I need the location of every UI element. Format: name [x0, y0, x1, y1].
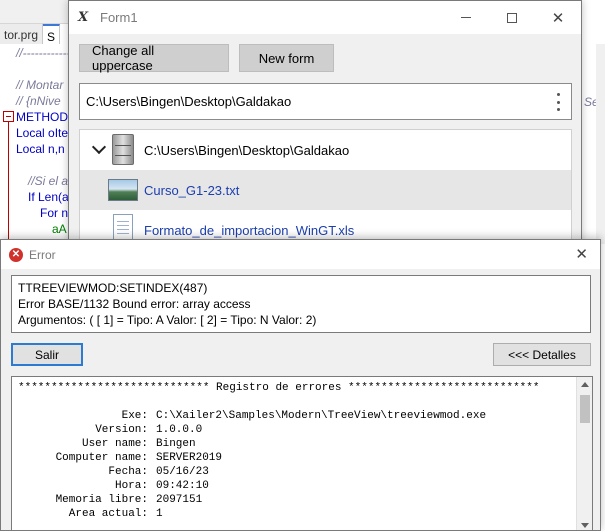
error-titlebar[interactable]: ✕ Error ✕: [1, 240, 600, 269]
editor-tab-active[interactable]: S: [43, 24, 61, 44]
editor-scrollbar[interactable]: [596, 44, 605, 244]
close-button[interactable]: ✕: [535, 1, 581, 34]
scroll-thumb[interactable]: [580, 395, 590, 423]
error-log[interactable]: ***************************** Registro d…: [11, 376, 593, 530]
code-line: METHOD: [16, 110, 68, 124]
log-key: Memoria libre:: [55, 494, 148, 506]
maximize-icon: [507, 12, 517, 23]
error-dialog: ✕ Error ✕ TTREEVIEWMOD:SETINDEX(487) Err…: [0, 239, 601, 531]
salir-button[interactable]: Salir: [11, 343, 83, 366]
log-value: Bingen: [156, 438, 196, 450]
log-value: 05/16/23: [156, 466, 209, 478]
minimize-button[interactable]: [443, 1, 489, 34]
tree-item-label: Formato_de_importacion_WinGT.xls: [144, 222, 355, 238]
log-row: Area actual: 1: [18, 507, 486, 521]
tree-item-file[interactable]: Curso_G1-23.txt: [80, 170, 571, 210]
new-form-button[interactable]: New form: [239, 44, 334, 72]
log-row: Memoria libre: 2097151: [18, 493, 486, 507]
log-row: Computer name: SERVER2019: [18, 451, 486, 465]
log-row: Fecha: 05/16/23: [18, 465, 486, 479]
log-row: Version: 1.0.0.0: [18, 423, 486, 437]
code-line: // Montar: [16, 78, 64, 92]
editor-toolbar-strip: [0, 0, 70, 24]
log-row: User name: Bingen: [18, 437, 486, 451]
code-line: For n: [40, 206, 69, 220]
scroll-down-icon[interactable]: [581, 523, 589, 528]
log-key: Computer name:: [55, 452, 148, 464]
server-icon: [112, 134, 134, 165]
code-line: Local n,n: [16, 142, 65, 156]
detalles-button[interactable]: <<< Detalles: [493, 343, 591, 366]
close-icon: ✕: [551, 9, 565, 27]
close-icon[interactable]: ✕: [575, 245, 588, 263]
code-line: aA: [52, 222, 67, 236]
window-title: Form1: [100, 10, 138, 25]
log-rows: Exe: C:\Xailer2\Samples\Modern\TreeView\t…: [18, 409, 486, 521]
log-key: Exe:: [121, 410, 148, 422]
log-header: ***************************** Registro d…: [18, 382, 540, 394]
minimize-icon: [461, 17, 471, 18]
error-message-line: Argumentos: ( [ 1] = Tipo: A Valor: [ 2]…: [18, 313, 317, 327]
file-tree: C:\Users\Bingen\Desktop\Galdakao Curso_G…: [79, 129, 572, 243]
scroll-up-icon[interactable]: [581, 382, 589, 387]
maximize-button[interactable]: [489, 1, 535, 34]
form1-toolbar: Change all uppercase New form: [79, 43, 334, 73]
error-message-box: TTREEVIEWMOD:SETINDEX(487) Error BASE/11…: [11, 275, 591, 333]
image-file-icon: [108, 179, 138, 201]
tree-item-label: Curso_G1-23.txt: [144, 182, 240, 198]
code-line: // {nNive: [16, 94, 61, 108]
error-icon: ✕: [9, 247, 23, 262]
tree-item-label: C:\Users\Bingen\Desktop\Galdakao: [144, 142, 350, 158]
app-icon: X: [78, 9, 89, 25]
path-input-value: C:\Users\Bingen\Desktop\Galdakao: [86, 94, 292, 109]
log-key: Fecha:: [108, 466, 148, 478]
code-line: //Si el a: [28, 174, 69, 188]
form1-titlebar[interactable]: X Form1 ✕: [69, 1, 581, 34]
more-options-icon[interactable]: [557, 93, 561, 111]
editor-tab-file[interactable]: tor.prg: [0, 24, 44, 44]
fold-toggle-icon[interactable]: [3, 111, 14, 122]
error-message-line: Error BASE/1132 Bound error: array acces…: [18, 297, 251, 311]
log-value: 09:42:10: [156, 480, 209, 492]
log-key: Hora:: [114, 480, 148, 492]
form1-window: X Form1 ✕ Change all uppercase New form …: [68, 0, 582, 244]
document-icon: [113, 214, 133, 242]
path-input[interactable]: C:\Users\Bingen\Desktop\Galdakao: [79, 83, 572, 120]
log-key: User name:: [81, 438, 148, 450]
log-value: 1.0.0.0: [156, 424, 203, 436]
code-line: Local oIte: [16, 126, 69, 140]
window-controls: ✕: [443, 1, 581, 34]
log-scrollbar[interactable]: [576, 377, 592, 530]
error-message-line: TTREEVIEWMOD:SETINDEX(487): [18, 281, 208, 295]
log-row: Hora: 09:42:10: [18, 479, 486, 493]
chevron-down-icon[interactable]: [91, 139, 107, 155]
tree-item-root[interactable]: C:\Users\Bingen\Desktop\Galdakao: [80, 130, 571, 170]
log-key: Version:: [95, 424, 148, 436]
log-value: 1: [156, 508, 163, 520]
change-all-uppercase-button[interactable]: Change all uppercase: [79, 43, 229, 73]
log-value: SERVER2019: [156, 452, 223, 464]
log-row: Exe: C:\Xailer2\Samples\Modern\TreeView\t…: [18, 409, 486, 423]
fold-guide-line: [8, 122, 9, 242]
log-key: Area actual:: [68, 508, 148, 520]
error-title: Error: [29, 247, 56, 262]
log-value: C:\Xailer2\Samples\Modern\TreeView\treev…: [156, 410, 487, 422]
log-value: 2097151: [156, 494, 203, 506]
code-line: If Len(a: [28, 190, 69, 204]
